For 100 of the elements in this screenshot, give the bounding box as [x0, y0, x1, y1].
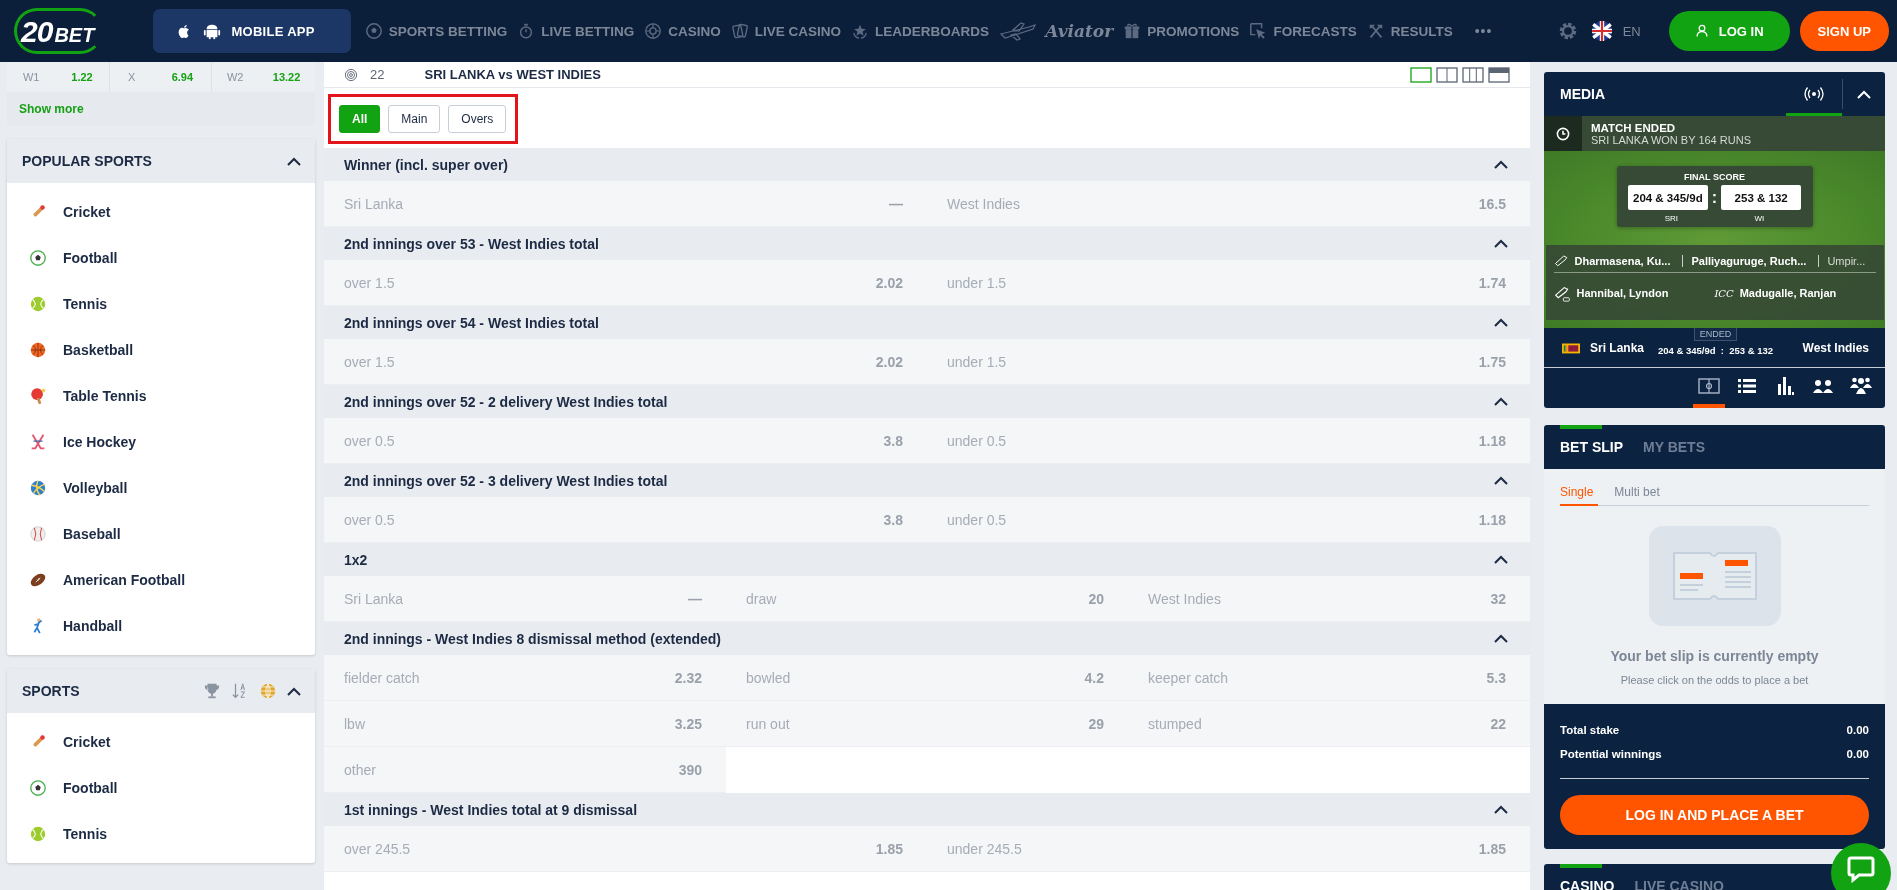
- market-title: Winner (incl. super over): [344, 156, 508, 173]
- collapse-icon[interactable]: [1494, 805, 1508, 814]
- layout-toggle[interactable]: [1488, 66, 1510, 83]
- market-title: 1st innings - West Indies total at 9 dismissal: [344, 801, 638, 818]
- outcome-cell[interactable]: run out 29: [726, 701, 1128, 747]
- collapse-icon[interactable]: [1494, 160, 1508, 169]
- collapse-icon[interactable]: [1494, 634, 1508, 643]
- outcome-cell[interactable]: stumped 22: [1128, 701, 1530, 747]
- home-team: Sri Lanka: [1590, 340, 1645, 355]
- sport-item[interactable]: Basketball: [7, 327, 315, 373]
- layout-toggle[interactable]: [1410, 66, 1432, 83]
- home-score: 204 & 345/9d: [1627, 185, 1708, 210]
- login-button[interactable]: LOG IN: [1668, 11, 1790, 51]
- nav-link[interactable]: PROMOTIONS: [1123, 11, 1250, 51]
- collapse-icon[interactable]: [287, 686, 301, 696]
- collapse-icon[interactable]: [1494, 476, 1508, 485]
- bet-mode-tab[interactable]: Multi bet: [1614, 481, 1660, 506]
- sport-item[interactable]: Cricket: [7, 189, 315, 235]
- market-title: 2nd innings over 54 - West Indies total: [344, 314, 599, 331]
- nav-link[interactable]: LEADERBOARDS: [851, 11, 1000, 51]
- outcome-cell[interactable]: over 1.5 2.02: [324, 260, 927, 306]
- language-selector[interactable]: EN: [1616, 22, 1647, 40]
- layout-toggle[interactable]: [1436, 66, 1458, 83]
- filter-button[interactable]: Overs: [448, 105, 507, 133]
- sport-item[interactable]: Volleyball: [7, 465, 315, 511]
- team-code: SRI: [1664, 214, 1679, 223]
- outcome-cell[interactable]: under 0.5 1.18: [927, 418, 1530, 464]
- flag-icon: [1590, 20, 1613, 42]
- bet-mode-tab[interactable]: Single: [1560, 481, 1599, 506]
- outcome-cell[interactable]: other 390: [324, 747, 726, 793]
- sport-item[interactable]: Football: [7, 765, 315, 811]
- collapse-icon[interactable]: [1494, 397, 1508, 406]
- signup-button[interactable]: SIGN UP: [1799, 11, 1889, 51]
- bet-slip-tab[interactable]: MY BETS: [1643, 425, 1705, 469]
- outcome-cell[interactable]: Sri Lanka —: [324, 576, 726, 622]
- paddle-icon: [29, 387, 47, 405]
- market-title: 2nd innings over 52 - 3 delivery West Indies total: [344, 472, 668, 489]
- nav-link[interactable]: FORECASTS: [1249, 11, 1367, 51]
- odds-cell[interactable]: W1 1.22: [7, 62, 110, 92]
- outcome-cell[interactable]: under 1.5 1.74: [927, 260, 1530, 306]
- sport-item[interactable]: Tennis: [7, 811, 315, 857]
- user-icon: [1694, 24, 1709, 38]
- sport-item[interactable]: Tennis: [7, 281, 315, 327]
- outcome-cell[interactable]: over 0.5 3.8: [324, 418, 927, 464]
- sport-item[interactable]: American Football: [7, 557, 315, 603]
- market-title: 2nd innings - West Indies 8 dismissal method (extended): [344, 630, 722, 647]
- filter-button[interactable]: All: [339, 105, 381, 133]
- filter-button[interactable]: Main: [388, 105, 441, 133]
- score-separator: :: [1711, 188, 1718, 207]
- nav-link[interactable]: RESULTS: [1366, 11, 1463, 51]
- team-code: WI: [1754, 214, 1765, 223]
- outcome-cell[interactable]: keeper catch 5.3: [1128, 655, 1530, 701]
- nav-link[interactable]: CASINO: [644, 11, 731, 51]
- collapse-icon[interactable]: [1494, 555, 1508, 564]
- bet-slip-tab[interactable]: BET SLIP: [1560, 425, 1623, 469]
- total-value: 0.00: [1846, 724, 1869, 736]
- outcome-cell[interactable]: under 245.5 1.85: [927, 826, 1530, 872]
- show-more-link[interactable]: Show more: [19, 102, 84, 116]
- collapse-icon[interactable]: [287, 156, 301, 166]
- sport-item[interactable]: Cricket: [7, 719, 315, 765]
- layout-toggle[interactable]: [1462, 66, 1484, 83]
- nav-link[interactable]: LIVE BETTING: [517, 11, 645, 51]
- outcome-cell[interactable]: under 0.5 1.18: [927, 497, 1530, 543]
- outcome-cell[interactable]: over 1.5 2.02: [324, 339, 927, 385]
- nav-link[interactable]: LIVE CASINO: [730, 11, 852, 51]
- outcome-cell[interactable]: Sri Lanka —: [324, 181, 927, 227]
- tv-umpire-name: Hannibal, Lyndon: [1576, 287, 1669, 299]
- outcome-cell[interactable]: over 0.5 3.8: [324, 497, 927, 543]
- umpire-name: Palliyaguruge, Ruch...: [1682, 254, 1815, 267]
- outcome-cell[interactable]: West Indies 16.5: [927, 181, 1530, 227]
- odds-cell[interactable]: X 6.94: [109, 62, 213, 92]
- final-score-title: FINAL SCORE: [1684, 172, 1745, 182]
- mobile-app-button[interactable]: MOBILE APP: [153, 9, 351, 53]
- sport-item[interactable]: Ice Hockey: [7, 419, 315, 465]
- sport-item[interactable]: Football: [7, 235, 315, 281]
- collapse-icon[interactable]: [1494, 239, 1508, 248]
- more-menu[interactable]: •••: [1468, 22, 1499, 40]
- outcome-cell[interactable]: draw 20: [726, 576, 1128, 622]
- outcome-cell[interactable]: over 245.5 1.85: [324, 826, 927, 872]
- collapse-icon[interactable]: [1494, 318, 1508, 327]
- sport-item[interactable]: Baseball: [7, 511, 315, 557]
- outcome-cell[interactable]: bowled 4.2: [726, 655, 1128, 701]
- team-icon: [1850, 375, 1872, 397]
- media-title: MEDIA: [1560, 86, 1607, 102]
- odds-cell[interactable]: W2 13.22: [212, 62, 315, 92]
- soccer-ball-icon: [364, 22, 383, 40]
- nav-link[interactable]: SPORTS BETTING: [364, 11, 518, 51]
- place-bet-button[interactable]: LOG IN AND PLACE A BET: [1560, 795, 1869, 835]
- volleyball-icon: [29, 479, 47, 497]
- sport-item[interactable]: Table Tennis: [7, 373, 315, 419]
- sport-item[interactable]: Handball: [7, 603, 315, 649]
- chat-button[interactable]: [1831, 843, 1891, 890]
- aviator-link[interactable]: Aviator: [999, 11, 1124, 51]
- total-label: Potential winnings: [1560, 748, 1662, 760]
- umpire-name: Dharmasena, Ku...: [1573, 254, 1672, 267]
- outcome-cell[interactable]: West Indies 32: [1128, 576, 1530, 622]
- outcome-cell[interactable]: fielder catch 2.32: [324, 655, 726, 701]
- outcome-cell[interactable]: lbw 3.25: [324, 701, 726, 747]
- outcome-cell[interactable]: under 1.5 1.75: [927, 339, 1530, 385]
- soccer-ball-icon: [29, 779, 47, 797]
